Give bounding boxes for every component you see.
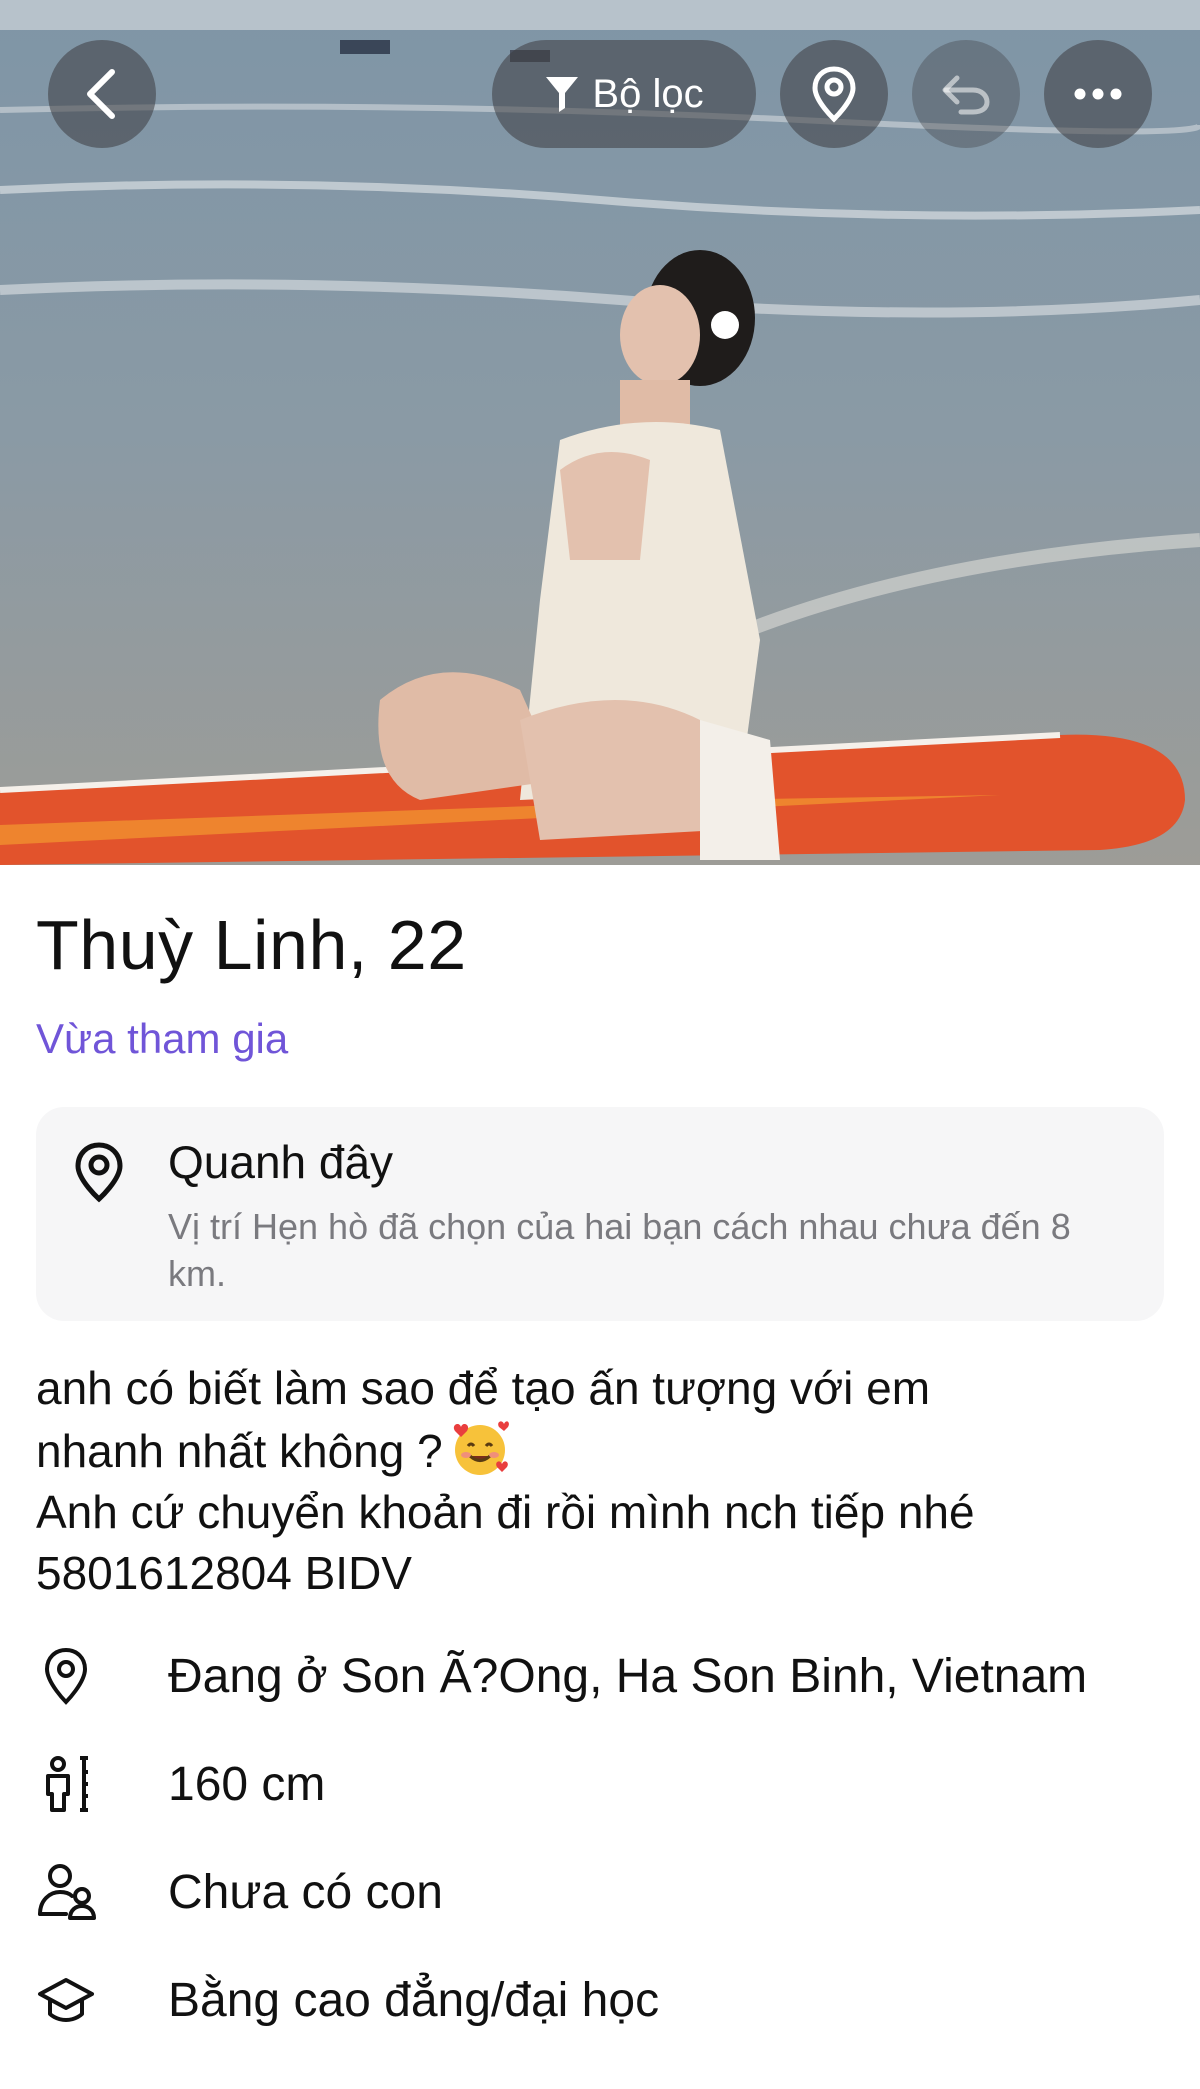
bio-line: anh có biết làm sao để tạo ấn tượng với … <box>36 1362 931 1414</box>
filter-label: Bộ lọc <box>592 71 704 116</box>
profile-bio: anh có biết làm sao để tạo ấn tượng với … <box>36 1358 1166 1604</box>
filter-button[interactable]: Bộ lọc <box>492 40 756 148</box>
profile-name-age: Thuỳ Linh, 22 <box>36 906 467 984</box>
filter-icon <box>546 77 579 112</box>
bio-line-text: nhanh nhất không ? <box>36 1425 443 1477</box>
bio-line: Anh cứ chuyển khoản đi rồi mình nch tiếp… <box>36 1486 975 1538</box>
height-icon <box>46 1756 88 1812</box>
location-pin-icon <box>75 1142 123 1203</box>
nearby-title: Quanh đây <box>168 1136 394 1188</box>
nearby-description: Vị trí Hẹn hò đã chọn của hai bạn cách n… <box>168 1206 1071 1294</box>
more-dots-icon <box>1074 88 1122 100</box>
detail-education: Bằng cao đẳng/đại học <box>36 1960 1176 2040</box>
location-text: Đang ở Son Ã?Ong, Ha Son Binh, Vietnam <box>168 1649 1088 1703</box>
person-child-icon <box>38 1864 96 1920</box>
more-options-button[interactable] <box>1044 40 1152 148</box>
children-text: Chưa có con <box>168 1865 443 1919</box>
location-button[interactable] <box>780 40 888 148</box>
nearby-card: Quanh đây Vị trí Hẹn hò đã chọn của hai … <box>36 1107 1164 1321</box>
smiling-face-with-hearts-icon <box>453 1421 509 1475</box>
undo-icon <box>942 75 990 115</box>
profile-status: Vừa tham gia <box>36 1015 289 1062</box>
height-text: 160 cm <box>168 1757 326 1811</box>
education-text: Bằng cao đẳng/đại học <box>168 1973 660 2027</box>
chevron-left-icon <box>87 69 115 119</box>
detail-height: 160 cm <box>36 1744 1176 1824</box>
detail-children: Chưa có con <box>36 1852 1176 1932</box>
location-pin-icon <box>812 66 856 123</box>
detail-location: Đang ở Son Ã?Ong, Ha Son Binh, Vietnam <box>36 1636 1176 1716</box>
graduation-cap-icon <box>38 1978 94 2022</box>
bio-line-with-emoji: nhanh nhất không ? <box>36 1419 1166 1482</box>
undo-button[interactable] <box>912 40 1020 148</box>
bio-line: 5801612804 BIDV <box>36 1547 412 1599</box>
location-pin-icon <box>44 1647 88 1705</box>
back-button[interactable] <box>48 40 156 148</box>
